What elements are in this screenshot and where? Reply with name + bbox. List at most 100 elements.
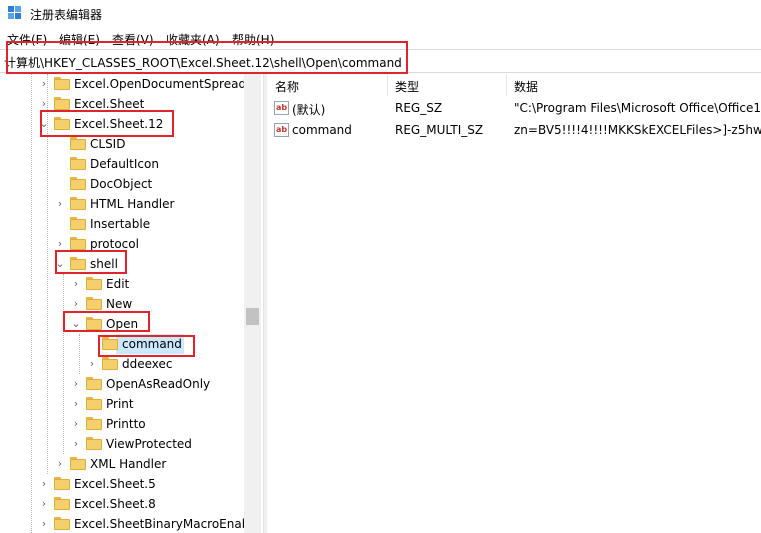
tree-item-label: Print [106, 397, 134, 411]
tree-item-defaulticon[interactable]: DefaultIcon [0, 154, 262, 174]
expand-chevron-icon[interactable]: › [54, 198, 66, 210]
expand-chevron-icon[interactable]: › [70, 278, 82, 290]
folder-icon [86, 397, 102, 410]
folder-icon [102, 357, 118, 370]
tree-item-label: Excel.Sheet.12 [74, 117, 164, 131]
tree-item-label: ddeexec [122, 357, 173, 371]
tree-item-excel-opendocumentspreads[interactable]: › Excel.OpenDocumentSpreads [0, 74, 262, 94]
folder-icon [86, 317, 102, 330]
tree-item-docobject[interactable]: DocObject [0, 174, 262, 194]
folder-icon [70, 457, 86, 470]
expand-chevron-icon[interactable]: › [38, 98, 50, 110]
value-data: zn=BV5!!!!4!!!!MKKSkEXCELFiles>]-z5hw$l[ [514, 123, 761, 137]
tree-item-excel-sheet-12[interactable]: ⌄ Excel.Sheet.12 [0, 114, 262, 134]
expand-chevron-icon[interactable]: › [38, 478, 50, 490]
string-value-icon: ab [274, 101, 289, 115]
menu-view[interactable]: 查看(V) [112, 31, 154, 48]
tree-item-label: Printto [106, 417, 146, 431]
folder-icon [102, 337, 118, 350]
folder-icon [54, 117, 70, 130]
folder-icon [70, 157, 86, 170]
tree-scrollbar[interactable] [244, 74, 261, 533]
menu-edit[interactable]: 编辑(E) [59, 31, 100, 48]
menu-favorites[interactable]: 收藏夹(A) [166, 31, 220, 48]
value-data: "C:\Program Files\Microsoft Office\Offic… [514, 101, 761, 115]
tree-item-clsid[interactable]: CLSID [0, 134, 262, 154]
value-row-command[interactable]: ab command REG_MULTI_SZ zn=BV5!!!!4!!!!M… [268, 119, 761, 141]
folder-icon [54, 497, 70, 510]
tree-item-excel-sheetbinarymacroenabl[interactable]: › Excel.SheetBinaryMacroEnabl [0, 514, 262, 533]
expand-chevron-icon[interactable]: › [54, 458, 66, 470]
tree-item-protocol[interactable]: › protocol [0, 234, 262, 254]
tree-item-shell[interactable]: ⌄ shell [0, 254, 262, 274]
menu-file[interactable]: 文件(F) [7, 31, 47, 48]
folder-icon [70, 197, 86, 210]
tree-item-label: Edit [106, 277, 130, 291]
tree-item-label: New [106, 297, 133, 311]
expand-chevron-icon[interactable]: › [70, 398, 82, 410]
regedit-app-icon [8, 6, 22, 20]
expand-chevron-icon[interactable]: › [70, 298, 82, 310]
tree-item-insertable[interactable]: Insertable [0, 214, 262, 234]
tree-item-label: OpenAsReadOnly [106, 377, 211, 391]
address-bar[interactable]: 计算机\HKEY_CLASSES_ROOT\Excel.Sheet.12\she… [0, 49, 761, 73]
expand-chevron-icon[interactable]: › [38, 78, 50, 90]
expand-chevron-icon[interactable]: › [38, 518, 50, 530]
window-title: 注册表编辑器 [30, 8, 103, 22]
tree-item-xml-handler[interactable]: › XML Handler [0, 454, 262, 474]
tree-item-label: Excel.Sheet [74, 97, 145, 111]
expand-chevron-icon[interactable]: › [38, 498, 50, 510]
pane-splitter[interactable] [263, 74, 267, 533]
column-header-data[interactable]: 数据 [507, 74, 761, 96]
tree-item-edit[interactable]: › Edit [0, 274, 262, 294]
registry-tree[interactable]: › Excel.OpenDocumentSpreads › Excel.Shee… [0, 74, 262, 533]
tree-item-label: HTML Handler [90, 197, 175, 211]
tree-item-label: CLSID [90, 137, 126, 151]
folder-icon [70, 237, 86, 250]
scrollbar-thumb[interactable] [246, 308, 259, 325]
value-row-default[interactable]: ab (默认) REG_SZ "C:\Program Files\Microso… [268, 97, 761, 119]
tree-item-print[interactable]: › Print [0, 394, 262, 414]
tree-item-label: Excel.Sheet.8 [74, 497, 156, 511]
expand-chevron-icon[interactable]: › [70, 438, 82, 450]
collapse-chevron-icon[interactable]: ⌄ [70, 318, 82, 330]
expand-chevron-icon[interactable]: › [54, 238, 66, 250]
tree-item-label: protocol [90, 237, 139, 251]
tree-item-openasreadonly[interactable]: › OpenAsReadOnly [0, 374, 262, 394]
title-bar: 注册表编辑器 [0, 0, 761, 28]
folder-icon [86, 437, 102, 450]
folder-icon [70, 257, 86, 270]
menu-help[interactable]: 帮助(H) [232, 31, 274, 48]
tree-item-label: shell [90, 257, 118, 271]
tree-item-excel-sheet[interactable]: › Excel.Sheet [0, 94, 262, 114]
value-name: command [292, 123, 352, 137]
tree-item-printto[interactable]: › Printto [0, 414, 262, 434]
column-header-name[interactable]: 名称 [268, 74, 388, 96]
folder-icon [54, 97, 70, 110]
folder-icon [54, 477, 70, 490]
folder-icon [86, 277, 102, 290]
tree-item-new[interactable]: › New [0, 294, 262, 314]
values-list[interactable]: 名称 类型 数据 ab (默认) REG_SZ "C:\Program File… [268, 74, 761, 533]
folder-icon [86, 417, 102, 430]
tree-item-command[interactable]: command [0, 334, 262, 354]
tree-item-html-handler[interactable]: › HTML Handler [0, 194, 262, 214]
folder-icon [70, 217, 86, 230]
tree-item-open[interactable]: ⌄ Open [0, 314, 262, 334]
expand-chevron-icon[interactable]: › [70, 378, 82, 390]
address-path[interactable]: 计算机\HKEY_CLASSES_ROOT\Excel.Sheet.12\she… [4, 54, 402, 71]
tree-item-excel-sheet-5[interactable]: › Excel.Sheet.5 [0, 474, 262, 494]
tree-item-label: Excel.Sheet.5 [74, 477, 156, 491]
column-header-type[interactable]: 类型 [388, 74, 507, 96]
collapse-chevron-icon[interactable]: ⌄ [54, 258, 66, 270]
tree-item-excel-sheet-8[interactable]: › Excel.Sheet.8 [0, 494, 262, 514]
string-value-icon: ab [274, 123, 289, 137]
expand-chevron-icon[interactable]: › [70, 418, 82, 430]
tree-item-ddeexec[interactable]: › ddeexec [0, 354, 262, 374]
folder-icon [70, 137, 86, 150]
expand-chevron-icon[interactable]: › [86, 358, 98, 370]
tree-item-viewprotected[interactable]: › ViewProtected [0, 434, 262, 454]
value-type: REG_MULTI_SZ [395, 123, 484, 137]
tree-item-label: Excel.OpenDocumentSpreads [74, 77, 253, 91]
collapse-chevron-icon[interactable]: ⌄ [38, 118, 50, 130]
